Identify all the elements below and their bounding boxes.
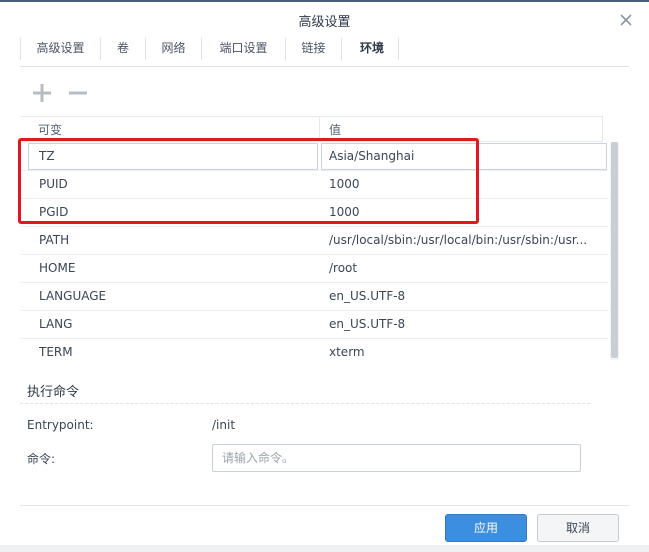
- dialog-titlebar: 高级设置: [0, 0, 649, 36]
- tab-bar: 高级设置 卷 网络 端口设置 链接 环境: [20, 36, 629, 67]
- column-divider: [319, 117, 320, 142]
- env-value: /root: [329, 261, 358, 275]
- env-value: en_US.UTF-8: [329, 289, 406, 303]
- tab-separator: [285, 38, 286, 60]
- table-row[interactable]: PATH /usr/local/sbin:/usr/local/bin:/usr…: [20, 227, 609, 255]
- env-name: LANGUAGE: [39, 289, 107, 303]
- table-row[interactable]: PGID 1000: [20, 199, 609, 227]
- tab-separator: [145, 38, 146, 60]
- table-row[interactable]: HOME /root: [20, 255, 609, 283]
- env-name: PUID: [39, 177, 68, 191]
- column-header-value[interactable]: 值: [329, 121, 341, 138]
- entrypoint-label: Entrypoint:: [27, 418, 94, 432]
- env-value: 1000: [329, 205, 360, 219]
- table-row[interactable]: TZ Asia/Shanghai: [20, 143, 609, 171]
- dialog-title: 高级设置: [298, 15, 351, 30]
- command-label: 命令:: [27, 452, 56, 466]
- tab-separator: [398, 38, 399, 60]
- window-bottom-edge: [0, 545, 649, 552]
- command-input[interactable]: [212, 444, 581, 472]
- tab-separator: [341, 38, 342, 60]
- close-icon[interactable]: [618, 12, 634, 28]
- tab-advanced[interactable]: 高级设置: [26, 36, 95, 66]
- table-row[interactable]: LANGUAGE en_US.UTF-8: [20, 283, 609, 311]
- tab-environment[interactable]: 环境: [346, 36, 398, 66]
- env-name: TERM: [39, 345, 73, 359]
- env-name: LANG: [39, 317, 73, 331]
- tab-volume[interactable]: 卷: [106, 36, 140, 66]
- env-name: HOME: [39, 261, 76, 275]
- column-header-variable[interactable]: 可变: [38, 121, 62, 138]
- env-value: 1000: [329, 177, 360, 191]
- env-name: TZ: [39, 149, 55, 163]
- env-value: Asia/Shanghai: [329, 149, 415, 163]
- table-row[interactable]: TERM xterm: [20, 339, 609, 360]
- section-divider: [20, 403, 590, 404]
- env-table: 可变 值 TZ Asia/Shanghai PUID 1000 PGID 100…: [20, 116, 619, 360]
- table-row[interactable]: PUID 1000: [20, 171, 609, 199]
- tab-separator: [100, 38, 101, 60]
- footer-divider: [20, 505, 630, 506]
- tab-separator: [201, 38, 202, 60]
- section-title-exec: 执行命令: [27, 385, 80, 400]
- entrypoint-value: /init: [212, 418, 236, 432]
- cancel-button[interactable]: 取消: [537, 514, 619, 542]
- tab-separator: [20, 38, 21, 60]
- tab-network[interactable]: 网络: [151, 36, 196, 66]
- env-name: PGID: [39, 205, 69, 219]
- tab-port-settings[interactable]: 端口设置: [207, 36, 280, 66]
- vertical-scrollbar[interactable]: [610, 142, 619, 360]
- env-name: PATH: [39, 233, 70, 247]
- plus-icon[interactable]: [31, 82, 53, 104]
- minus-icon[interactable]: [67, 82, 89, 104]
- column-divider: [602, 117, 603, 142]
- table-header: 可变 值: [20, 116, 603, 142]
- env-value: en_US.UTF-8: [329, 317, 406, 331]
- env-value: xterm: [329, 345, 365, 359]
- tab-links[interactable]: 链接: [291, 36, 336, 66]
- table-row[interactable]: LANG en_US.UTF-8: [20, 311, 609, 339]
- scrollbar-thumb[interactable]: [611, 142, 618, 358]
- apply-button[interactable]: 应用: [445, 514, 527, 542]
- env-value: /usr/local/sbin:/usr/local/bin:/usr/sbin…: [329, 233, 588, 247]
